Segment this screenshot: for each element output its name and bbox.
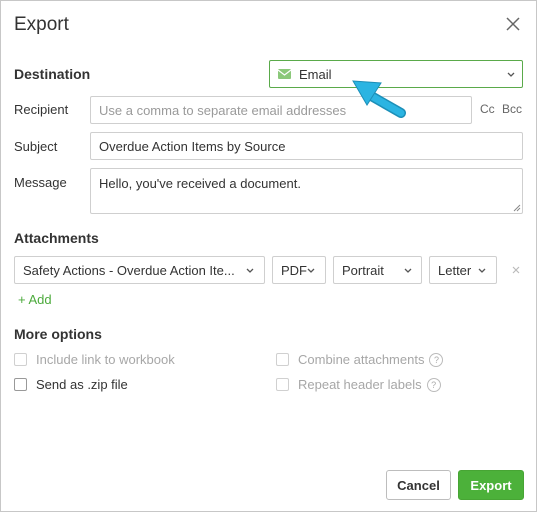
export-dialog: Export Destination Email Recipient Use a… — [0, 0, 537, 512]
resize-handle-icon[interactable] — [513, 204, 521, 212]
paper-size-select[interactable]: Letter — [429, 256, 497, 284]
more-options-heading: More options — [14, 326, 102, 342]
close-icon[interactable] — [503, 14, 523, 34]
format-select[interactable]: PDF — [272, 256, 326, 284]
orientation-select[interactable]: Portrait — [333, 256, 422, 284]
include-link-checkbox[interactable] — [14, 353, 27, 366]
send-zip-checkbox[interactable] — [14, 378, 27, 391]
send-zip-label: Send as .zip file — [36, 377, 128, 392]
cancel-button[interactable]: Cancel — [386, 470, 451, 500]
help-icon[interactable]: ? — [429, 352, 444, 367]
repeat-headers-option[interactable]: Repeat header labels ? — [276, 377, 441, 392]
orientation-value: Portrait — [342, 262, 384, 278]
recipient-label: Recipient — [14, 102, 69, 117]
destination-value: Email — [299, 66, 332, 82]
combine-option[interactable]: Combine attachments ? — [276, 352, 444, 367]
add-attachment-button[interactable]: + Add — [18, 292, 52, 307]
combine-checkbox[interactable] — [276, 353, 289, 366]
subject-label: Subject — [14, 139, 58, 154]
chevron-down-icon — [404, 268, 412, 273]
export-button[interactable]: Export — [458, 470, 524, 500]
attachment-name-select[interactable]: Safety Actions - Overdue Action Ite... — [14, 256, 265, 284]
send-zip-option[interactable]: Send as .zip file — [14, 377, 128, 392]
subject-input[interactable]: Overdue Action Items by Source — [90, 132, 523, 160]
repeat-headers-checkbox[interactable] — [276, 378, 289, 391]
include-link-label: Include link to workbook — [36, 352, 175, 367]
remove-attachment-icon[interactable] — [511, 265, 521, 275]
message-textarea[interactable]: Hello, you've received a document. — [90, 168, 523, 214]
attachments-heading: Attachments — [14, 230, 99, 246]
repeat-headers-label: Repeat header labels — [298, 377, 422, 392]
pointer-arrow-icon — [352, 80, 406, 118]
chevron-down-icon — [478, 268, 486, 273]
recipient-input[interactable]: Use a comma to separate email addresses — [90, 96, 472, 124]
chevron-down-icon — [507, 72, 515, 77]
help-icon[interactable]: ? — [426, 377, 441, 392]
dialog-title: Export — [14, 14, 69, 35]
bcc-link[interactable]: Bcc — [502, 102, 522, 116]
destination-heading: Destination — [14, 66, 91, 82]
attachment-name: Safety Actions - Overdue Action Ite... — [23, 262, 235, 278]
envelope-icon — [278, 69, 291, 79]
combine-label: Combine attachments — [298, 352, 425, 367]
message-label: Message — [14, 175, 67, 190]
include-link-option[interactable]: Include link to workbook — [14, 352, 175, 367]
chevron-down-icon — [246, 268, 254, 273]
cc-link[interactable]: Cc — [480, 102, 495, 116]
format-value: PDF — [281, 262, 307, 278]
chevron-down-icon — [307, 268, 315, 273]
paper-size-value: Letter — [438, 262, 472, 278]
